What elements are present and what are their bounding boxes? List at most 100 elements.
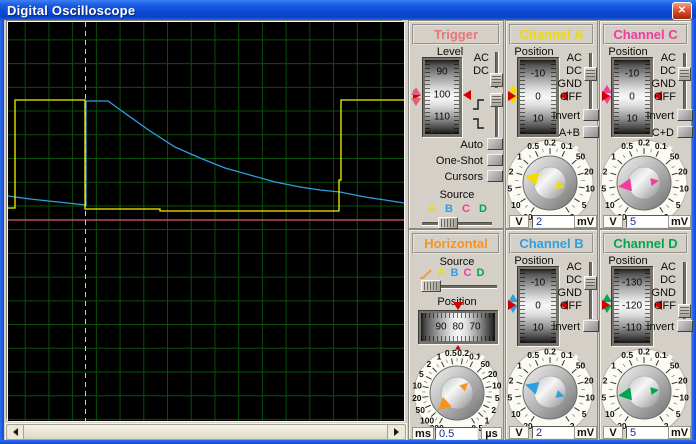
channel-b-coupling-slider[interactable]	[584, 261, 597, 320]
window-border-left	[0, 20, 4, 444]
scroll-right-button[interactable]	[387, 424, 406, 440]
scroll-thumb[interactable]	[23, 424, 393, 440]
knob-scale-label: 10	[412, 381, 422, 391]
channel-c-coupling-slider[interactable]	[678, 52, 691, 111]
close-button[interactable]: ✕	[672, 2, 692, 20]
sum-button[interactable]	[583, 126, 599, 138]
slider-thumb[interactable]	[438, 217, 458, 229]
invert-label: Invert	[646, 110, 674, 122]
mv-unit-label: mV	[668, 215, 691, 228]
knob-scale-label: 0.1	[561, 141, 573, 151]
slider-thumb[interactable]	[490, 93, 503, 107]
mv-unit-label: mV	[574, 426, 597, 439]
slider-thumb[interactable]	[490, 73, 503, 87]
slider-thumb[interactable]	[584, 276, 597, 290]
invert-button[interactable]	[677, 320, 693, 332]
cursors-button[interactable]	[487, 170, 503, 182]
scale-value-field[interactable]: 2	[532, 215, 575, 228]
knob-scale-label: 10	[605, 409, 615, 419]
horizontal-source-slider[interactable]	[420, 280, 498, 292]
knob-scale-label: 10	[492, 381, 502, 391]
knob-scale-label: 20	[584, 375, 594, 385]
cursors-label: Cursors	[444, 171, 483, 183]
display-scrollbar[interactable]	[5, 423, 407, 440]
knob-scale-label: 2	[426, 359, 431, 369]
knob-scale-label: 0.5	[445, 348, 457, 358]
slider-thumb[interactable]	[678, 304, 691, 318]
knob-scale-label: 0.1	[561, 350, 573, 360]
slider-track	[589, 262, 593, 319]
wheel-value: 90	[435, 321, 447, 333]
thumb-ridges-icon	[492, 96, 501, 104]
slider-thumb[interactable]	[421, 280, 441, 292]
slider-thumb[interactable]	[584, 67, 597, 81]
knob-scale-label: 0.2	[544, 347, 556, 357]
wheel-value: 110	[434, 111, 450, 123]
scale-value-field[interactable]: 2	[532, 426, 575, 439]
trigger-level-wheel[interactable]: 90 100 110 120	[422, 57, 462, 137]
horizontal-source-a-label: A	[437, 267, 446, 279]
knob-scale-label: 2	[603, 166, 608, 176]
waveform-display	[8, 22, 404, 421]
wheel-surface: 90 100 110 120	[425, 60, 459, 134]
knob-scale-label: 5	[582, 200, 587, 210]
knob-scale-label: 2	[509, 166, 514, 176]
knob-scale-label: 5	[508, 393, 513, 403]
channel-b-trace	[8, 100, 404, 206]
knob-scale-label: 20	[678, 375, 688, 385]
channel-a-panel-title: Channel A	[509, 24, 594, 45]
invert-button[interactable]	[677, 109, 693, 121]
scale-value-field[interactable]: 5	[626, 215, 669, 228]
ms-unit-label: ms	[412, 427, 434, 440]
coupling-gnd-label: GND	[651, 287, 676, 299]
knob-scale-label: 1	[611, 151, 616, 161]
thumb-ridges-icon	[680, 307, 689, 315]
sum-button[interactable]	[677, 126, 693, 138]
timebase-value-field[interactable]: 0.5	[435, 427, 478, 440]
slider-track	[683, 53, 687, 110]
trigger-coupling-dc-label: DC	[473, 65, 489, 77]
channel-d-coupling-slider[interactable]	[678, 261, 691, 320]
window-title: Digital Oscilloscope	[7, 2, 136, 18]
channel-c-panel: Channel C Position -10 0 10 AC DC GND OFF Invert…	[599, 20, 693, 229]
knob-scale-label: 0.5	[621, 141, 633, 151]
knob-scale-label: 0.5	[621, 350, 633, 360]
window-border-right	[692, 20, 696, 444]
oscilloscope-window: Digital Oscilloscope ✕ Trigger Level 90 10…	[0, 0, 696, 444]
v-unit-label: V	[603, 426, 623, 439]
trigger-coupling-slider[interactable]	[490, 51, 503, 89]
horizontal-position-wheel[interactable]: 90 80 70	[418, 310, 498, 344]
invert-button[interactable]	[583, 320, 599, 332]
trigger-coupling-ac-label: AC	[473, 52, 489, 64]
coupling-dc-label: DC	[566, 274, 582, 286]
trigger-level-nudge-icon	[410, 87, 421, 106]
knob-scale-label: 0.2	[544, 138, 556, 148]
invert-button[interactable]	[583, 109, 599, 121]
title-bar[interactable]: Digital Oscilloscope ✕	[0, 0, 696, 20]
knob-scale-label: 2	[603, 375, 608, 385]
knob-scale-label: 5	[419, 369, 424, 379]
thumb-ridges-icon	[424, 282, 438, 290]
slider-thumb[interactable]	[678, 67, 691, 81]
channel-a-coupling-slider[interactable]	[584, 52, 597, 111]
invert-label: Invert	[552, 321, 580, 333]
trigger-source-slider[interactable]	[421, 217, 493, 229]
auto-button[interactable]	[487, 138, 503, 150]
horizontal-panel-title: Horizontal	[412, 233, 500, 254]
coupling-gnd-label: GND	[557, 78, 582, 90]
trigger-edge-slider[interactable]	[490, 92, 503, 138]
scale-value-field[interactable]: 5	[626, 426, 669, 439]
up-arrow-icon	[410, 87, 421, 95]
knob-scale-label: 20	[488, 369, 498, 379]
rising-edge-icon	[473, 99, 484, 110]
coupling-gnd-label: GND	[651, 78, 676, 90]
invert-label: Invert	[646, 321, 674, 333]
knob-scale-label: 50	[415, 405, 425, 415]
wheel-value: 120	[425, 132, 459, 135]
trigger-panel: Trigger Level90100110120ACDCAutoOne-Shot…	[408, 20, 504, 229]
wheel-value: 100	[433, 89, 451, 101]
one-shot-button[interactable]	[487, 154, 503, 166]
slider-track	[589, 53, 593, 110]
channel-c-panel-title: Channel C	[603, 24, 688, 45]
knob-scale-label: 0.2	[638, 138, 650, 148]
